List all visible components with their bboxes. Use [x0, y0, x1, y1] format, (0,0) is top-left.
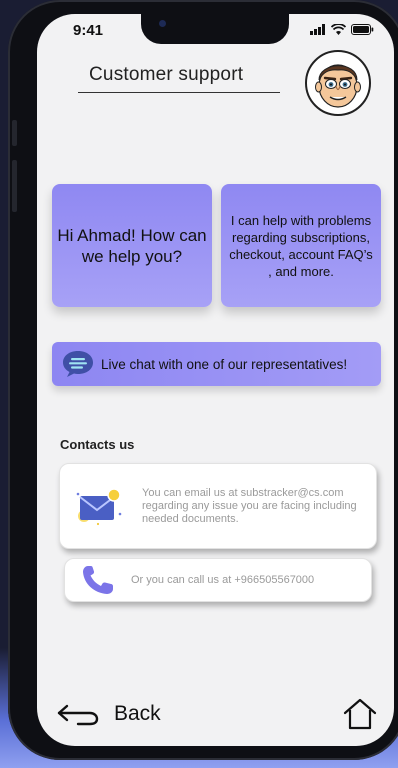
email-icon	[76, 488, 122, 526]
avatar[interactable]	[305, 50, 371, 116]
camera	[159, 20, 166, 27]
contacts-heading: Contacts us	[60, 437, 135, 452]
volume-up-button	[12, 160, 17, 212]
page-title: Customer support	[89, 64, 244, 85]
live-chat-button[interactable]: Live chat with one of our representative…	[52, 342, 381, 386]
phone-contact-text: Or you can call us at +966505567000	[131, 573, 315, 586]
back-button[interactable]: Back	[56, 702, 161, 726]
battery-icon	[351, 24, 374, 35]
greeting-card: Hi Ahmad! How can we help you?	[52, 184, 212, 307]
back-label: Back	[114, 702, 161, 725]
status-time: 9:41	[73, 22, 104, 39]
email-contact-text: You can email us at substracker@cs.com r…	[142, 486, 357, 525]
home-icon[interactable]	[343, 698, 377, 730]
app-screen: 9:41 Customer support Hi Ahmad! How can …	[37, 14, 394, 746]
wifi-icon	[331, 24, 346, 35]
phone-contact-card[interactable]: Or you can call us at +966505567000	[64, 558, 372, 602]
help-topics-text: I can help with problems regarding subsc…	[229, 212, 373, 279]
title-underline	[78, 92, 280, 93]
notch	[141, 14, 289, 44]
signal-icon	[310, 24, 325, 35]
phone-icon	[83, 566, 113, 594]
avatar-face-icon	[315, 64, 361, 108]
email-contact-card[interactable]: You can email us at substracker@cs.com r…	[59, 463, 377, 549]
mute-switch	[12, 120, 17, 146]
phone-frame: 9:41 Customer support Hi Ahmad! How can …	[8, 0, 398, 760]
help-topics-card: I can help with problems regarding subsc…	[221, 184, 381, 307]
live-chat-label: Live chat with one of our representative…	[101, 356, 348, 372]
back-arrow-icon	[57, 704, 99, 726]
status-icons	[310, 24, 374, 35]
chat-bubble-icon	[63, 351, 93, 377]
greeting-text: Hi Ahmad! How can we help you?	[57, 225, 207, 266]
